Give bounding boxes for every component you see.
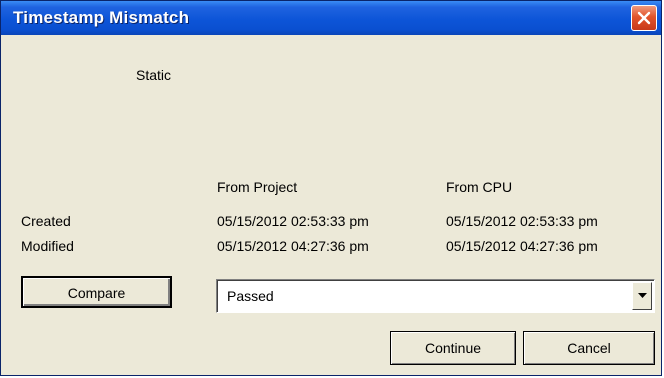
dropdown-arrow-button[interactable] <box>632 282 652 310</box>
window-title: Timestamp Mismatch <box>13 8 190 27</box>
modified-project-value: 05/15/2012 04:27:36 pm <box>217 238 369 254</box>
continue-button[interactable]: Continue <box>390 331 516 365</box>
timestamp-mismatch-dialog: Timestamp Mismatch Static From Project F… <box>0 0 662 376</box>
modified-cpu-value: 05/15/2012 04:27:36 pm <box>446 238 598 254</box>
chevron-down-icon <box>638 293 647 298</box>
compare-button[interactable]: Compare <box>21 276 172 308</box>
result-dropdown[interactable]: Passed <box>216 279 655 313</box>
title-bar[interactable]: Timestamp Mismatch <box>1 1 661 35</box>
cancel-button[interactable]: Cancel <box>523 331 655 365</box>
modified-label: Modified <box>21 238 74 254</box>
from-cpu-header: From CPU <box>446 179 513 195</box>
result-dropdown-value: Passed <box>227 288 274 304</box>
static-label: Static <box>136 67 172 83</box>
from-project-header: From Project <box>217 179 298 195</box>
created-project-value: 05/15/2012 02:53:33 pm <box>217 213 369 229</box>
close-icon <box>637 11 651 25</box>
created-label: Created <box>21 213 71 229</box>
close-button[interactable] <box>631 5 657 31</box>
created-cpu-value: 05/15/2012 02:53:33 pm <box>446 213 598 229</box>
